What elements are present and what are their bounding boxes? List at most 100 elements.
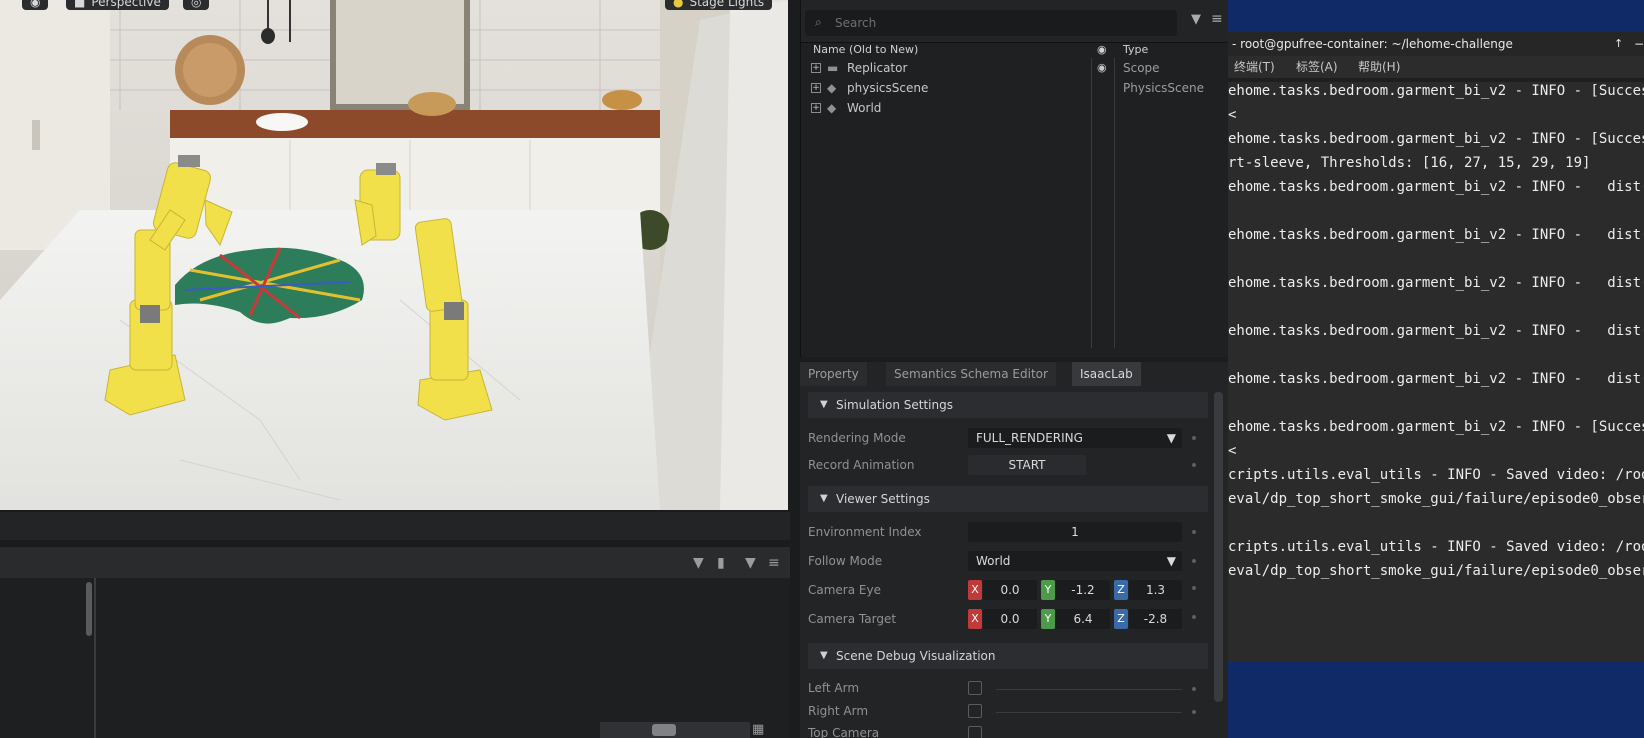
render-mode-button[interactable]: ◎ <box>183 0 209 10</box>
column-name-header[interactable]: Name (Old to New) <box>813 42 918 58</box>
collapse-icon: ▼ <box>820 399 828 410</box>
viewport[interactable]: ◉ ■ Perspective ◎ ● Stage Lights <box>0 0 790 510</box>
simulation-settings-header[interactable]: ▼ Simulation Settings <box>808 392 1208 418</box>
cube-icon: ◆ <box>827 81 837 95</box>
terminal-title: - root@gpufree-container: ~/lehome-chall… <box>1232 37 1513 51</box>
reset-dot[interactable] <box>1192 687 1196 691</box>
reset-dot[interactable] <box>1192 463 1196 467</box>
lights-label: Stage Lights <box>689 0 765 9</box>
cube-icon: ◆ <box>827 101 837 115</box>
reset-dot[interactable] <box>1192 436 1196 440</box>
menu-tabs[interactable]: 标签(A) <box>1296 56 1338 78</box>
axis-z-badge: Z <box>1114 580 1128 600</box>
camera-target-label: Camera Target <box>808 612 897 626</box>
left-arm-label: Left Arm <box>808 681 860 695</box>
prim-type: Scope <box>1123 61 1160 75</box>
reset-dot[interactable] <box>1192 615 1196 619</box>
camera-button[interactable]: ■ Perspective <box>66 0 169 10</box>
camera-target-z-field[interactable]: -2.8 <box>1129 609 1182 629</box>
reset-dot[interactable] <box>1192 710 1196 714</box>
filter-icon[interactable]: ▼ <box>745 555 756 571</box>
terminal-line: < <box>1228 107 1237 123</box>
camera-target-x-field[interactable]: 0.0 <box>983 609 1037 629</box>
terminal-line: ehome.tasks.bedroom.garment_bi_v2 - INFO… <box>1228 179 1644 195</box>
console-scrollbar[interactable] <box>86 582 92 636</box>
tree-row-replicator[interactable]: + ▬ Replicator ◉ Scope <box>801 58 1229 78</box>
camera-target-y-field[interactable]: 6.4 <box>1056 609 1110 629</box>
left-arm-checkbox[interactable] <box>968 681 982 695</box>
tree-row-world[interactable]: + ◆ World <box>801 98 1229 118</box>
expand-icon[interactable]: + <box>811 83 821 93</box>
terminal-line: rt-sleeve, Thresholds: [16, 27, 15, 29, … <box>1228 155 1591 171</box>
tree-row-physicsscene[interactable]: + ◆ physicsScene PhysicsScene <box>801 78 1229 98</box>
follow-mode-value: World <box>976 554 1011 568</box>
camera-label: Perspective <box>91 0 161 9</box>
axis-y-badge: Y <box>1041 609 1055 629</box>
folder-icon: ▬ <box>827 61 839 75</box>
environment-index-field[interactable]: 1 <box>968 522 1182 542</box>
menu-icon[interactable]: ≡ <box>768 555 780 571</box>
eye-icon: ◉ <box>30 0 41 9</box>
record-animation-label: Record Animation <box>808 458 915 472</box>
search-placeholder: Search <box>835 16 877 30</box>
bookmark-icon[interactable]: ▮ <box>717 555 725 571</box>
record-start-button[interactable]: START <box>968 455 1086 475</box>
left-arm-slider <box>996 689 1182 690</box>
console-toolbar: ▼ ▮ ▼ ≡ <box>0 546 790 578</box>
camera-eye-y-field[interactable]: -1.2 <box>1056 580 1110 600</box>
minimize-icon[interactable]: − <box>1634 32 1644 56</box>
prim-name: physicsScene <box>847 81 929 95</box>
follow-mode-select[interactable]: World ▼ <box>968 551 1182 571</box>
collapse-icon: ▼ <box>820 650 828 661</box>
reset-dot[interactable] <box>1192 586 1196 590</box>
viewport-settings-button[interactable]: ◉ <box>22 0 48 10</box>
terminal-line: eval/dp_top_short_smoke_gui/failure/epis… <box>1228 563 1644 579</box>
terminal-titlebar[interactable]: - root@gpufree-container: ~/lehome-chall… <box>1228 32 1644 56</box>
axis-z-badge: Z <box>1114 609 1128 629</box>
tab-isaaclab[interactable]: IsaacLab <box>1072 362 1141 386</box>
expand-icon[interactable]: + <box>811 63 821 73</box>
terminal-line: ehome.tasks.bedroom.garment_bi_v2 - INFO… <box>1228 227 1644 243</box>
rendering-mode-select[interactable]: FULL_RENDERING ▼ <box>968 428 1182 448</box>
section-title: Viewer Settings <box>836 492 930 506</box>
dropdown-arrow-icon: ▼ <box>1166 554 1176 568</box>
axis-y-badge: Y <box>1041 580 1055 600</box>
menu-help[interactable]: 帮助(H) <box>1358 56 1400 78</box>
rendering-mode-value: FULL_RENDERING <box>976 431 1083 445</box>
prim-type: PhysicsScene <box>1123 81 1204 95</box>
camera-eye-z-field[interactable]: 1.3 <box>1129 580 1182 600</box>
grid-icon[interactable]: ▦ <box>752 722 764 737</box>
tab-property[interactable]: Property <box>800 362 867 386</box>
menu-icon[interactable]: ≡ <box>1211 11 1223 27</box>
lights-button[interactable]: ● Stage Lights <box>665 0 773 10</box>
horizontal-scrollbar[interactable] <box>600 722 750 738</box>
viewer-settings-header[interactable]: ▼ Viewer Settings <box>808 486 1208 512</box>
stage-panel: ⌕ Search ▼ ≡ Name (Old to New) ◉ Type + … <box>800 0 1229 357</box>
filter-icon[interactable]: ▼ <box>1191 12 1201 27</box>
property-scrollbar[interactable] <box>1214 392 1223 702</box>
section-title: Simulation Settings <box>836 398 953 412</box>
menu-terminal[interactable]: 终端(T) <box>1234 56 1275 78</box>
dropdown-arrow-icon[interactable]: ▼ <box>693 555 704 571</box>
dropdown-arrow-icon: ▼ <box>1166 431 1176 445</box>
column-type-header[interactable]: Type <box>1123 42 1148 58</box>
tab-semantics-schema-editor[interactable]: Semantics Schema Editor <box>886 362 1056 386</box>
top-camera-checkbox[interactable] <box>968 726 982 738</box>
prim-name: World <box>847 101 882 115</box>
camera-eye-x-field[interactable]: 0.0 <box>983 580 1037 600</box>
search-input[interactable]: ⌕ Search <box>805 10 1177 36</box>
terminal-line: ehome.tasks.bedroom.garment_bi_v2 - INFO… <box>1228 323 1644 339</box>
terminal-window[interactable]: - root@gpufree-container: ~/lehome-chall… <box>1228 32 1644 662</box>
reset-dot[interactable] <box>1192 530 1196 534</box>
reset-dot[interactable] <box>1192 559 1196 563</box>
visibility-icon[interactable]: ◉ <box>1097 58 1107 78</box>
maximize-icon[interactable]: ↑ <box>1614 32 1623 56</box>
search-icon: ⌕ <box>815 15 822 29</box>
console-divider[interactable] <box>94 578 96 738</box>
right-arm-checkbox[interactable] <box>968 704 982 718</box>
terminal-output[interactable]: ehome.tasks.bedroom.garment_bi_v2 - INFO… <box>1228 82 1644 662</box>
scene-debug-header[interactable]: ▼ Scene Debug Visualization <box>808 643 1208 669</box>
section-title: Scene Debug Visualization <box>836 649 996 663</box>
scene-render <box>0 0 788 510</box>
expand-icon[interactable]: + <box>811 103 821 113</box>
